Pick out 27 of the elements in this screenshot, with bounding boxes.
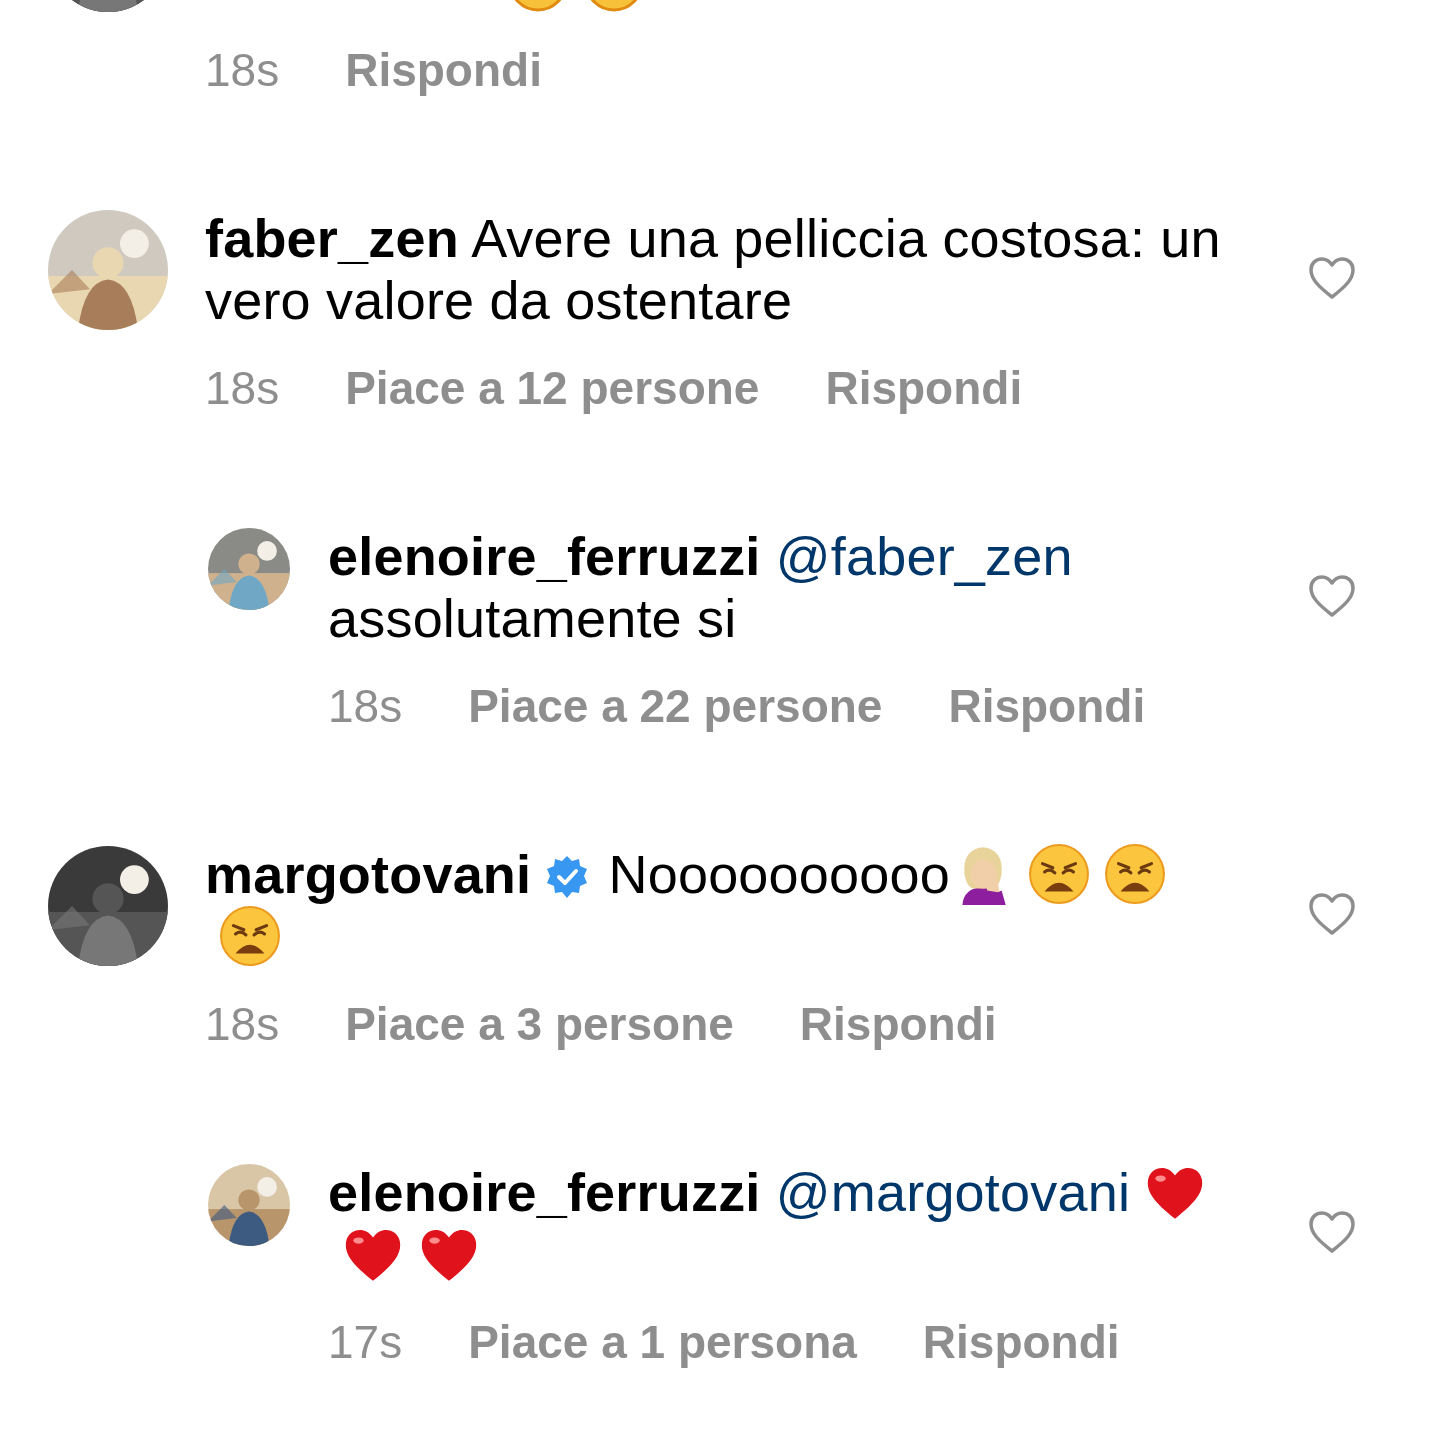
like-count[interactable]: Piace a 12 persone xyxy=(345,357,760,419)
comment-text: elenoire_ferruzzi @margotovani xyxy=(328,1161,1222,1285)
comment-time: 18s xyxy=(205,43,280,98)
like-icon[interactable] xyxy=(1308,574,1356,618)
mention-link[interactable]: @margotovani xyxy=(775,1162,1131,1222)
comment-time: 17s xyxy=(328,1315,403,1370)
like-icon[interactable] xyxy=(1308,256,1356,300)
comment-text: elenoire_ferruzzi @faber_zen assolutamente si xyxy=(328,525,1074,649)
like-count[interactable]: Piace a 22 persone xyxy=(468,675,883,737)
weary-face-icon xyxy=(1104,843,1166,905)
reply-button[interactable]: Rispondi xyxy=(799,993,997,1055)
reply-button[interactable]: Rispondi xyxy=(345,39,542,101)
reply-button[interactable]: Rispondi xyxy=(948,675,1146,737)
reply-button[interactable]: Rispondi xyxy=(825,357,1023,419)
comment-time: 18s xyxy=(205,997,280,1052)
like-icon[interactable] xyxy=(1308,892,1356,936)
comment-text: faber_zen Avere una pelliccia costosa: un vero valore da ostentare xyxy=(205,207,1222,331)
like-count[interactable]: Piace a 3 persone xyxy=(345,993,734,1055)
weary-face-icon xyxy=(1028,843,1090,905)
mention-link[interactable]: @faber_zen xyxy=(775,526,1073,586)
comment-time: 18s xyxy=(328,679,403,734)
like-icon[interactable] xyxy=(1308,1210,1356,1254)
weary-face-icon xyxy=(219,905,281,967)
reply-button[interactable]: Rispondi xyxy=(922,1311,1120,1373)
like-count[interactable]: Piace a 1 persona xyxy=(468,1311,857,1373)
comment-time: 18s xyxy=(205,361,280,416)
comment-text: margotovani Noooooooooo xyxy=(205,843,1222,967)
